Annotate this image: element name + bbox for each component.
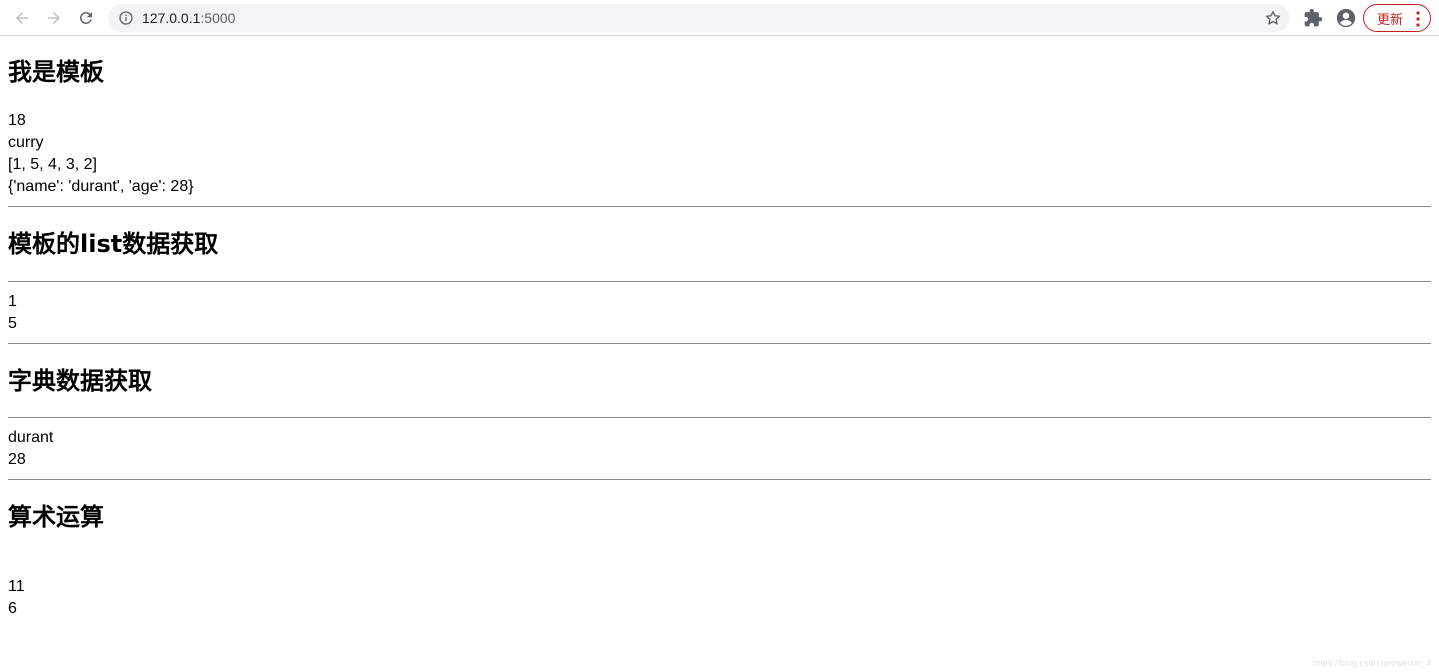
forward-button[interactable] <box>40 4 68 32</box>
url-text[interactable]: 127.0.0.1:5000 <box>142 10 235 26</box>
divider <box>8 281 1431 282</box>
list-value-first: 1 <box>8 293 17 310</box>
heading-template: 我是模板 <box>8 58 104 86</box>
more-menu-icon <box>1416 11 1420 27</box>
template-value-dict: {'name': 'durant', 'age': 28} <box>8 178 194 195</box>
back-arrow-icon <box>16 12 28 24</box>
template-value-list: [1, 5, 4, 3, 2] <box>8 156 97 173</box>
divider <box>8 343 1431 344</box>
reload-button[interactable] <box>72 4 100 32</box>
heading-arithmetic: 算术运算 <box>8 503 104 531</box>
list-value-second: 5 <box>8 315 17 332</box>
extensions-puzzle-icon[interactable] <box>1303 8 1323 28</box>
url-host: 127.0.0.1 <box>142 10 201 26</box>
update-button[interactable]: 更新 <box>1363 4 1431 32</box>
template-value-name: curry <box>8 134 44 151</box>
site-info-icon[interactable] <box>118 10 134 26</box>
arithmetic-result-sum: 11 <box>8 578 25 595</box>
url-port: :5000 <box>200 10 236 26</box>
back-button[interactable] <box>8 4 36 32</box>
forward-arrow-icon <box>48 12 60 24</box>
update-label: 更新 <box>1377 11 1404 27</box>
heading-list: 模板的list数据获取 <box>8 230 219 258</box>
bookmark-star-icon[interactable] <box>1264 9 1282 27</box>
dict-value-age: 28 <box>8 451 26 468</box>
browser-toolbar: 127.0.0.1:5000 更新 <box>0 0 1439 36</box>
reload-icon <box>79 11 92 24</box>
watermark: https://blog.csdn.net/weixin_4 <box>1312 658 1431 668</box>
template-value-age: 18 <box>8 112 26 129</box>
divider <box>8 417 1431 418</box>
arithmetic-result-diff: 6 <box>8 600 17 617</box>
heading-dict: 字典数据获取 <box>8 367 152 395</box>
address-bar[interactable]: 127.0.0.1:5000 <box>108 4 1290 32</box>
dict-value-name: durant <box>8 429 54 446</box>
divider <box>8 479 1431 480</box>
divider <box>8 206 1431 207</box>
profile-avatar-icon[interactable] <box>1335 7 1357 29</box>
